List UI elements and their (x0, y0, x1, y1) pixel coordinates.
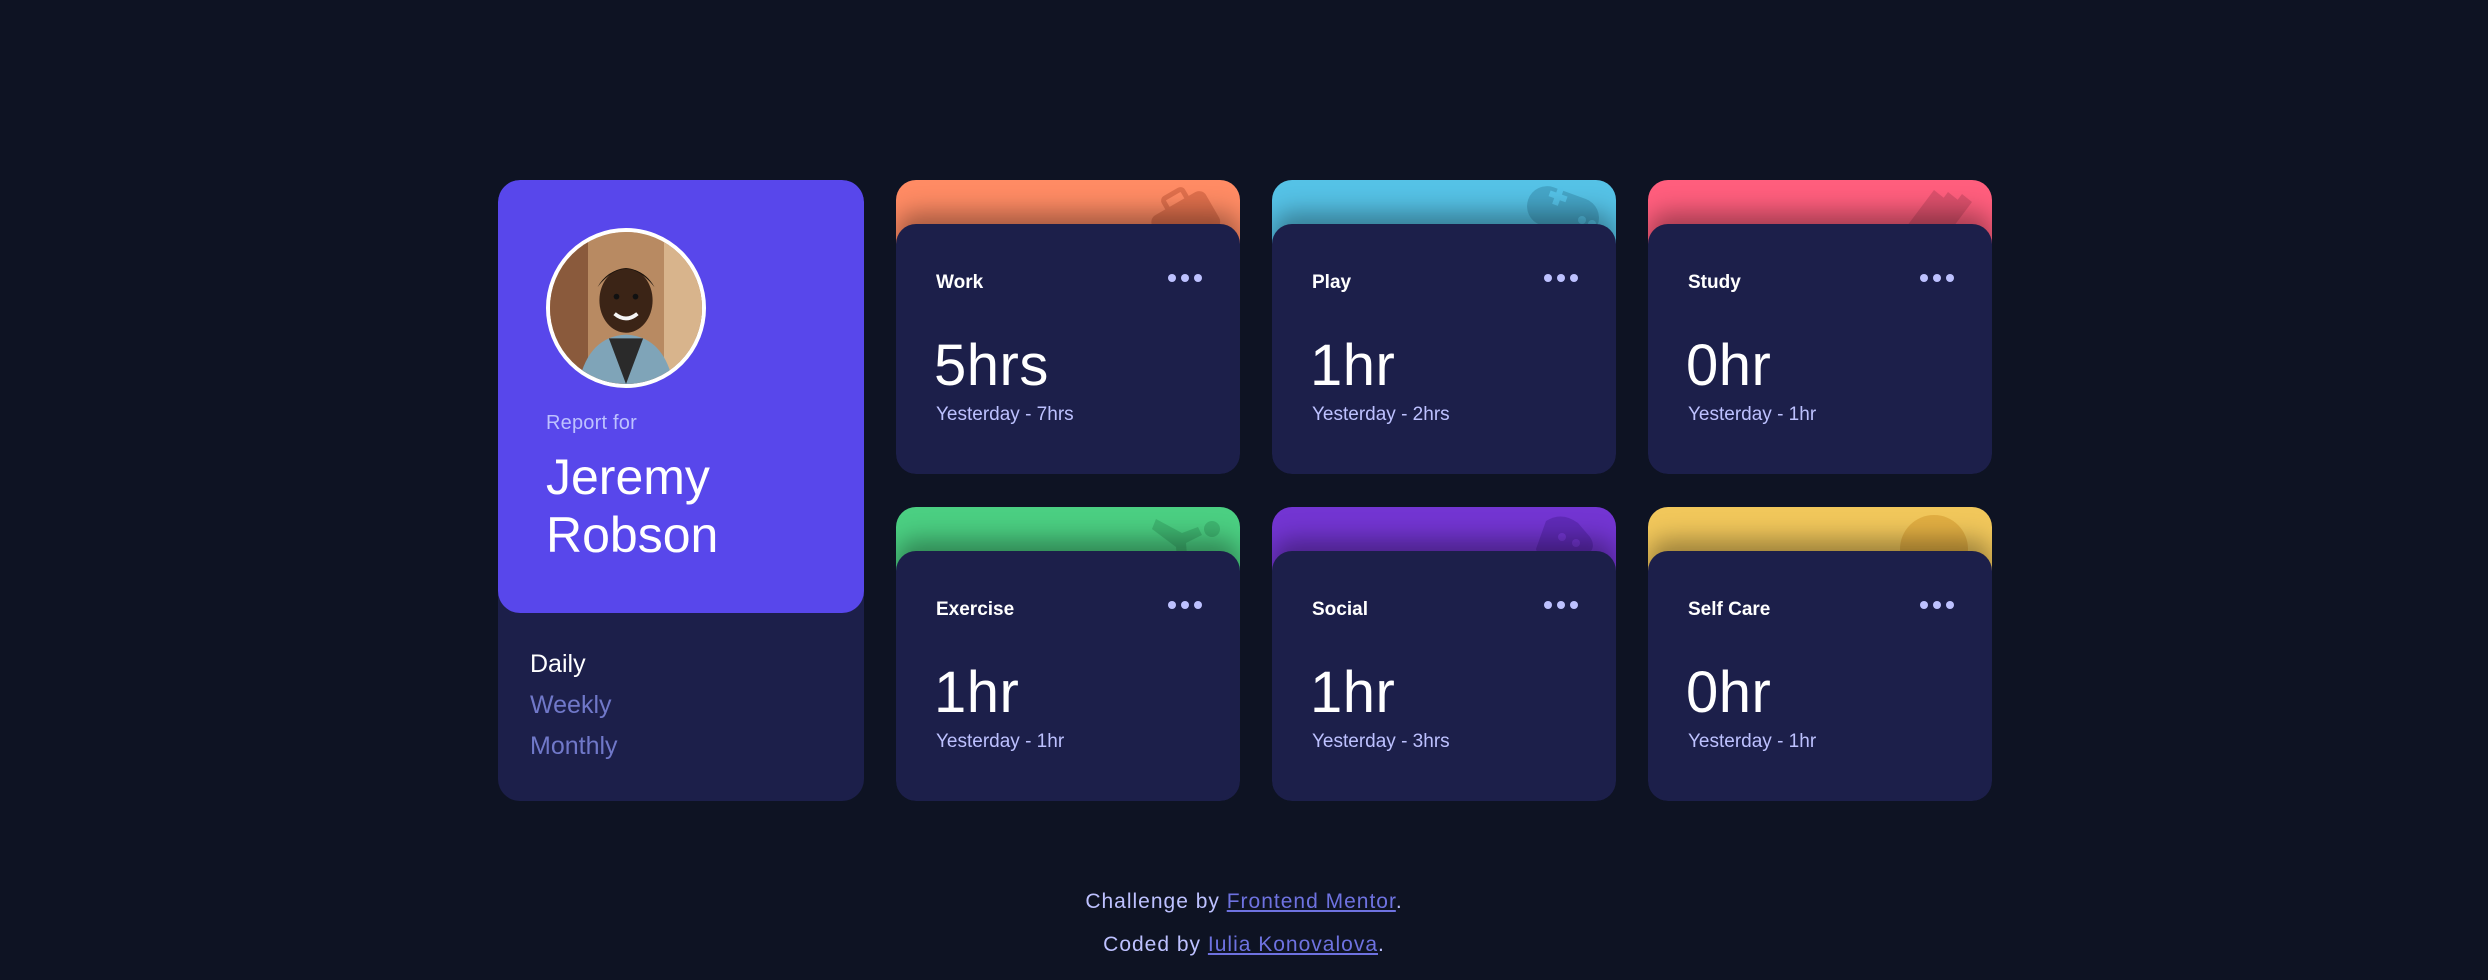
challenge-prefix: Challenge by (1085, 890, 1227, 913)
activity-card-exercise: Exercise 1hr Yesterday - 1hr (896, 507, 1240, 801)
activity-previous-hours: Yesterday - 1hr (936, 731, 1065, 752)
card-body[interactable]: Play 1hr Yesterday - 2hrs (1272, 224, 1616, 474)
card-body[interactable]: Social 1hr Yesterday - 3hrs (1272, 551, 1616, 801)
challenge-period: . (1395, 890, 1403, 913)
user-name: Jeremy Robson (546, 448, 846, 564)
activity-current-hours: 0hr (1686, 660, 1772, 725)
ellipsis-icon[interactable] (1544, 601, 1578, 609)
activity-previous-hours: Yesterday - 1hr (1688, 731, 1817, 752)
coder-credit: Coded by Iulia Konovalova. (0, 923, 2488, 966)
activity-current-hours: 1hr (1310, 660, 1396, 725)
activity-previous-hours: Yesterday - 7hrs (936, 404, 1074, 425)
activity-title: Study (1688, 272, 1741, 293)
frontend-mentor-link[interactable]: Frontend Mentor (1227, 890, 1396, 913)
period-weekly[interactable]: Weekly (530, 689, 618, 722)
profile-header: Report for Jeremy Robson (498, 180, 864, 613)
period-daily[interactable]: Daily (530, 648, 618, 681)
ellipsis-icon[interactable] (1168, 274, 1202, 282)
activity-current-hours: 5hrs (934, 333, 1049, 398)
activity-title: Exercise (936, 599, 1015, 620)
activity-card-play: Play 1hr Yesterday - 2hrs (1272, 180, 1616, 474)
activity-card-social: Social 1hr Yesterday - 3hrs (1272, 507, 1616, 801)
user-first-name: Jeremy (546, 449, 710, 505)
user-last-name: Robson (546, 507, 719, 563)
activity-card-self-care: Self Care 0hr Yesterday - 1hr (1648, 507, 1992, 801)
activity-previous-hours: Yesterday - 1hr (1688, 404, 1817, 425)
activity-title: Work (936, 272, 984, 293)
coded-period: . (1378, 933, 1385, 956)
ellipsis-icon[interactable] (1544, 274, 1578, 282)
avatar (546, 228, 706, 388)
activity-card-work: Work 5hrs Yesterday - 7hrs (896, 180, 1240, 474)
attribution-footer: Challenge by Frontend Mentor. Coded by I… (0, 880, 2488, 966)
activity-current-hours: 0hr (1686, 333, 1772, 398)
activity-previous-hours: Yesterday - 3hrs (1312, 731, 1450, 752)
card-body[interactable]: Exercise 1hr Yesterday - 1hr (896, 551, 1240, 801)
ellipsis-icon[interactable] (1920, 601, 1954, 609)
card-body[interactable]: Study 0hr Yesterday - 1hr (1648, 224, 1992, 474)
activity-previous-hours: Yesterday - 2hrs (1312, 404, 1450, 425)
activity-card-study: Study 0hr Yesterday - 1hr (1648, 180, 1992, 474)
avatar-image (550, 232, 702, 384)
activity-title: Social (1312, 599, 1368, 620)
period-monthly[interactable]: Monthly (530, 730, 618, 763)
card-body[interactable]: Self Care 0hr Yesterday - 1hr (1648, 551, 1992, 801)
report-for-label: Report for (546, 412, 637, 434)
card-body[interactable]: Work 5hrs Yesterday - 7hrs (896, 224, 1240, 474)
time-tracking-dashboard: Report for Jeremy Robson Daily Weekly Mo… (498, 180, 1992, 801)
ellipsis-icon[interactable] (1168, 601, 1202, 609)
author-link[interactable]: Iulia Konovalova (1208, 933, 1378, 956)
ellipsis-icon[interactable] (1920, 274, 1954, 282)
activity-current-hours: 1hr (934, 660, 1020, 725)
profile-card: Report for Jeremy Robson Daily Weekly Mo… (498, 180, 864, 801)
activity-title: Play (1312, 272, 1352, 293)
activity-title: Self Care (1688, 599, 1771, 620)
coded-prefix: Coded by (1103, 933, 1208, 956)
period-selector: Daily Weekly Monthly (530, 648, 618, 763)
challenge-credit: Challenge by Frontend Mentor. (0, 880, 2488, 923)
page: Report for Jeremy Robson Daily Weekly Mo… (0, 0, 2488, 980)
activity-current-hours: 1hr (1310, 333, 1396, 398)
